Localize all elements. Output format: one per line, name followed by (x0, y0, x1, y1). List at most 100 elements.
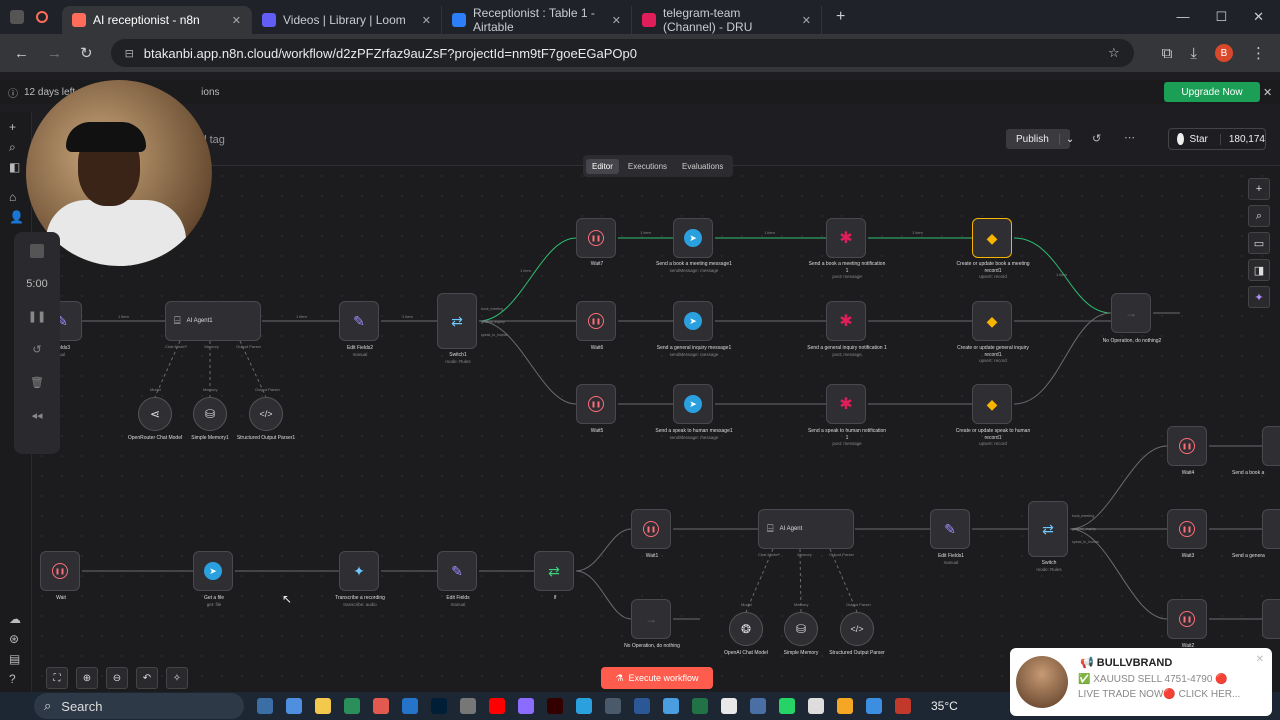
get-file-node[interactable]: ➤ (193, 551, 233, 591)
transcribe-node[interactable]: ✦ (339, 551, 379, 591)
panel-icon[interactable]: ◧ (9, 160, 20, 174)
openrouter-model-node[interactable]: ⋖ (138, 397, 172, 431)
add-icon[interactable]: + (9, 120, 16, 134)
tab-loom[interactable]: Videos | Library | Loom ✕ (252, 6, 442, 34)
profile-avatar[interactable]: B (1215, 44, 1233, 62)
task-view-icon[interactable] (257, 698, 273, 714)
tab-close-icon[interactable]: ✕ (802, 14, 811, 27)
window-close-icon[interactable]: ✕ (1253, 9, 1264, 25)
taskbar-search[interactable]: ⌕ Search (34, 693, 244, 719)
restart-icon[interactable]: ↺ (32, 343, 41, 356)
trash-icon[interactable]: 🗑 (30, 376, 44, 389)
wait2-node[interactable]: ❚❚ (1167, 599, 1207, 639)
tab-evaluations[interactable]: Evaluations (676, 159, 729, 174)
switch-node[interactable]: ⇄ (1028, 501, 1068, 557)
no-operation2-node[interactable]: → (1111, 293, 1151, 333)
canvas-search-icon[interactable]: ⌕ (1248, 205, 1270, 227)
collapse-icon[interactable]: ◂◂ (31, 409, 42, 422)
no-operation-node[interactable]: → (631, 599, 671, 639)
airtable-human-node[interactable]: ◆ (972, 384, 1012, 424)
banner-close-icon[interactable]: ✕ (1263, 86, 1272, 99)
edge-icon[interactable] (402, 698, 418, 714)
wait6-node[interactable]: ❚❚ (576, 301, 616, 341)
new-tab-icon[interactable]: + (836, 8, 845, 26)
slack-human-node[interactable]: ✱ (826, 384, 866, 424)
ai-agent-node[interactable]: ⌸ AI Agent (758, 509, 854, 549)
download-icon[interactable]: ⤓ (1190, 45, 1197, 62)
whatsapp-icon[interactable] (779, 698, 795, 714)
minimize-icon[interactable]: — (1176, 9, 1189, 25)
edit-fields2-node[interactable]: ✎ (339, 301, 379, 341)
templates-icon[interactable]: ⊛ (9, 632, 19, 646)
wait-node[interactable]: ❚❚ (40, 551, 80, 591)
extensions-icon[interactable]: ⧉ (1162, 45, 1173, 62)
notion-icon[interactable] (808, 698, 824, 714)
file-explorer-icon[interactable] (315, 698, 331, 714)
ai-agent1-node[interactable]: ⌸ AI Agent1 (165, 301, 261, 341)
youtube-icon[interactable] (489, 698, 505, 714)
maximize-icon[interactable]: ☐ (1215, 9, 1227, 25)
word-icon[interactable] (634, 698, 650, 714)
telegram-icon[interactable] (576, 698, 592, 714)
browser-menu-icon[interactable]: ⋮ (1251, 44, 1266, 62)
output-parser1-node[interactable]: </> (249, 397, 283, 431)
forward-icon[interactable]: → (47, 45, 62, 62)
tab-editor[interactable]: Editor (586, 158, 619, 174)
slack-general-node[interactable]: ✱ (826, 301, 866, 341)
ai-assistant-icon[interactable]: ✦ (1248, 286, 1270, 308)
wait7-node[interactable]: ❚❚ (576, 218, 616, 258)
app-icon[interactable] (750, 698, 766, 714)
history-icon[interactable]: ↺ (1092, 132, 1101, 145)
side-panel-icon[interactable]: ◨ (1248, 259, 1270, 281)
photoshop-icon[interactable] (431, 698, 447, 714)
home-icon[interactable]: ⌂ (9, 190, 16, 204)
store-icon[interactable] (344, 698, 360, 714)
excel-icon[interactable] (692, 698, 708, 714)
help-icon[interactable]: ? (9, 672, 16, 686)
wait4-node[interactable]: ❚❚ (1167, 426, 1207, 466)
airtable-book-node[interactable]: ◆ (972, 218, 1012, 258)
help-icon[interactable] (866, 698, 882, 714)
sticky-note-icon[interactable]: ▭ (1248, 232, 1270, 254)
undo-icon[interactable]: ↶ (136, 667, 158, 689)
add-node-button[interactable]: + (1248, 178, 1270, 200)
bookmark-star-icon[interactable]: ☆ (1108, 45, 1120, 61)
tab-close-icon[interactable]: ✕ (232, 14, 241, 27)
back-icon[interactable]: ← (14, 45, 29, 62)
wait5-node[interactable]: ❚❚ (576, 384, 616, 424)
telegram-book-node[interactable]: ➤ (673, 218, 713, 258)
simple-memory1-node[interactable]: ⛁ (193, 397, 227, 431)
tab-slack[interactable]: telegram-team (Channel) - DRU ✕ (632, 6, 822, 34)
app-icon[interactable] (663, 698, 679, 714)
illustrator-icon[interactable] (547, 698, 563, 714)
zoom-out-icon[interactable]: ⊖ (106, 667, 128, 689)
wait1-node[interactable]: ❚❚ (631, 509, 671, 549)
window-menu-icon[interactable] (10, 10, 24, 24)
airtable-general-node[interactable]: ◆ (972, 301, 1012, 341)
wait3-node[interactable]: ❚❚ (1167, 509, 1207, 549)
tidy-up-icon[interactable]: ✧ (166, 667, 188, 689)
pause-recording-icon[interactable]: ❚❚ (28, 310, 46, 323)
telegram-human-node[interactable] (1262, 599, 1280, 639)
trading-notification-popup[interactable]: 📢 BULLVBRAND ✅ XAUUSD SELL 4751-4790 🔴 L… (1010, 648, 1272, 716)
tab-close-icon[interactable]: ✕ (422, 14, 431, 27)
telegram-general-node[interactable] (1262, 509, 1280, 549)
app-icon[interactable] (518, 698, 534, 714)
app-icon[interactable] (837, 698, 853, 714)
insights-icon[interactable]: ▤ (9, 652, 20, 666)
search-icon[interactable]: ⌕ (9, 140, 16, 155)
switch1-node[interactable]: ⇄ (437, 293, 477, 349)
reload-icon[interactable]: ↻ (80, 44, 93, 62)
chrome-icon[interactable] (721, 698, 737, 714)
tab-executions[interactable]: Executions (622, 159, 673, 174)
app-icon[interactable] (373, 698, 389, 714)
telegram-general-node[interactable]: ➤ (673, 301, 713, 341)
edit-fields-node[interactable]: ✎ (437, 551, 477, 591)
fit-view-icon[interactable]: ⛶ (46, 667, 68, 689)
copilot-icon[interactable] (286, 698, 302, 714)
more-options-icon[interactable]: ⋯ (1124, 131, 1135, 144)
execute-workflow-button[interactable]: ⚗ Execute workflow (601, 667, 713, 689)
if-node[interactable]: ⇄ (534, 551, 574, 591)
stop-icon[interactable] (30, 244, 44, 258)
site-info-icon[interactable]: ⊟ (125, 47, 134, 60)
